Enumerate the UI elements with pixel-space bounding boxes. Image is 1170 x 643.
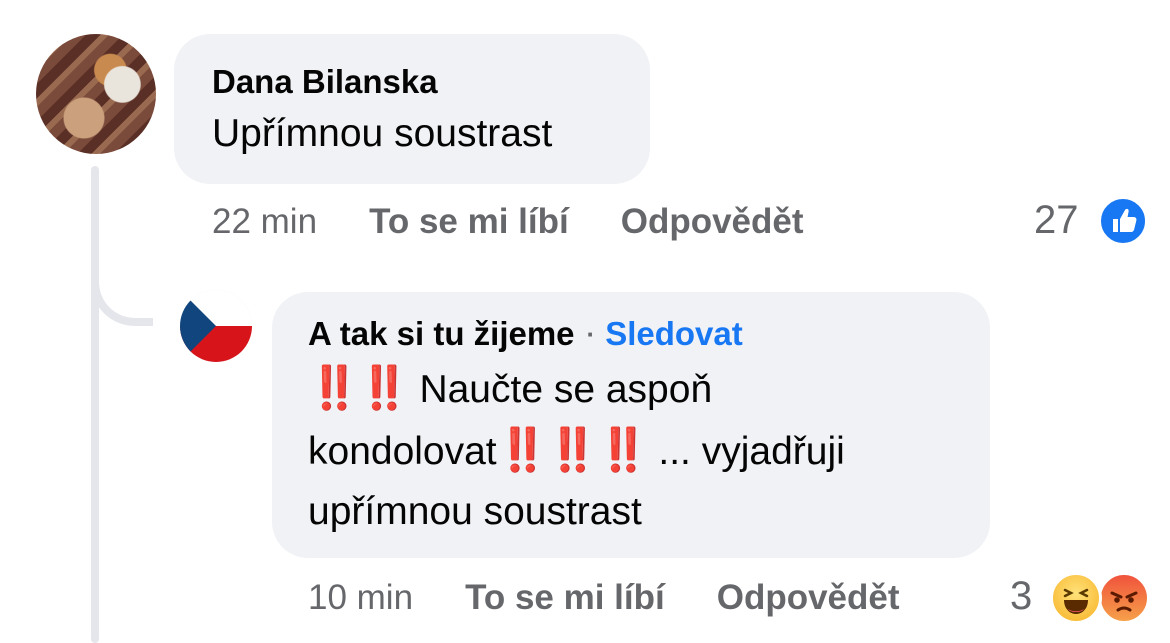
comment-meta: 22 min To se mi líbí Odpovědět [212,202,804,242]
czech-flag-icon [180,290,252,362]
reply-text-part: ... vyjadřuji [658,430,845,473]
thread-connector [91,260,153,326]
follow-button[interactable]: Sledovat [605,314,743,354]
haha-icon[interactable] [1050,572,1102,624]
reply-bubble: A tak si tu žijeme · Sledovat ‼️‼️ Naučt… [272,292,990,558]
reply-text-part: Naučte se aspoň [419,368,713,411]
separator-dot: · [586,319,596,349]
reply-text-part: upřímnou soustrast [308,490,642,533]
reply-meta: 10 min To se mi líbí Odpovědět [308,578,900,618]
avatar[interactable] [36,34,156,154]
reply-text: ‼️‼️ Naučte se aspoň kondolovat‼️‼️‼️ ..… [308,358,954,542]
double-exclamation-icon: ‼️‼️‼️ [496,426,650,473]
reply-author[interactable]: A tak si tu žijeme [308,314,575,354]
like-button[interactable]: To se mi líbí [369,202,569,242]
comment-author[interactable]: Dana Bilanska [212,62,612,102]
comment-bubble: Dana Bilanska Upřímnou soustrast [174,34,650,184]
comment-text: Upřímnou soustrast [212,112,553,155]
avatar[interactable] [180,290,252,362]
double-exclamation-icon: ‼️‼️ [308,364,411,411]
reaction-count[interactable]: 3 [1010,574,1032,619]
reaction-count[interactable]: 27 [1034,198,1079,243]
like-icon[interactable] [1098,196,1148,246]
reply-text-part: kondolovat [308,430,497,473]
comment-time[interactable]: 22 min [212,202,317,242]
reply-button[interactable]: Odpovědět [717,578,900,618]
angry-icon[interactable] [1098,572,1150,624]
reply-button[interactable]: Odpovědět [621,202,804,242]
like-button[interactable]: To se mi líbí [465,578,665,618]
reply-time[interactable]: 10 min [308,578,413,618]
thread-line [91,166,99,643]
